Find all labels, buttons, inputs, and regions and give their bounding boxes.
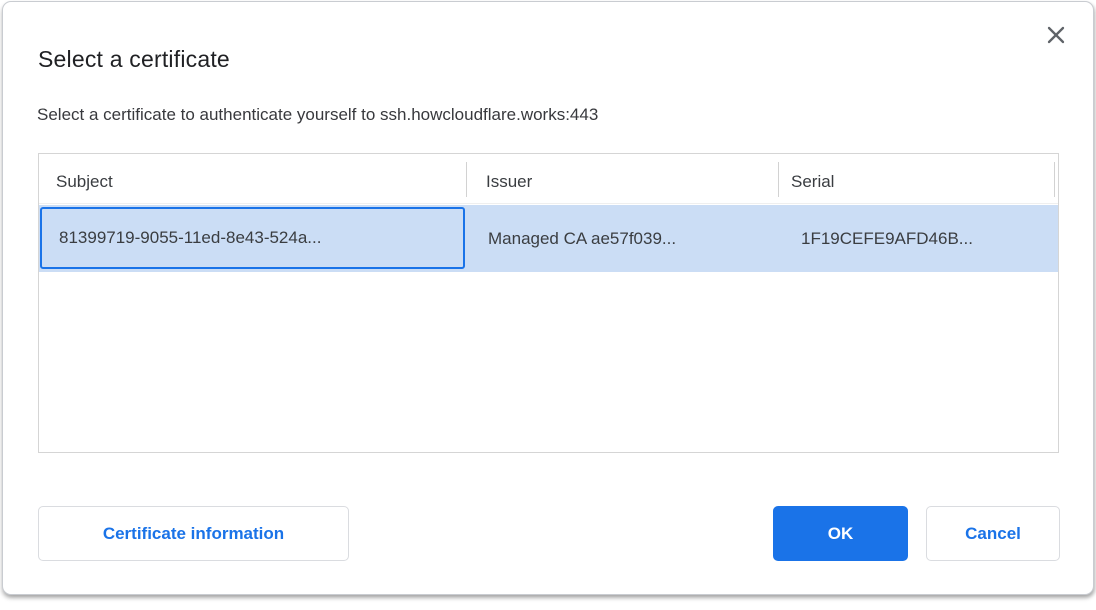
dialog-title: Select a certificate: [38, 46, 230, 73]
cancel-button[interactable]: Cancel: [926, 506, 1060, 561]
cell-issuer: Managed CA ae57f039...: [488, 205, 676, 272]
column-separator: [1054, 162, 1055, 197]
table-header-row: Subject Issuer Serial: [39, 154, 1058, 204]
certificate-select-dialog: Select a certificate Select a certificat…: [2, 1, 1094, 595]
column-header-serial: Serial: [791, 154, 834, 204]
close-icon: [1045, 24, 1067, 46]
ok-button[interactable]: OK: [773, 506, 908, 561]
column-header-subject: Subject: [56, 154, 113, 204]
cell-subject: 81399719-9055-11ed-8e43-524a...: [40, 207, 465, 269]
column-header-issuer: Issuer: [486, 154, 532, 204]
column-separator: [466, 162, 467, 197]
close-button[interactable]: [1041, 20, 1071, 50]
column-separator: [778, 162, 779, 197]
table-row-certificate[interactable]: 81399719-9055-11ed-8e43-524a... Managed …: [39, 205, 1058, 272]
certificate-table: Subject Issuer Serial 81399719-9055-11ed…: [38, 153, 1059, 453]
dialog-subtitle: Select a certificate to authenticate you…: [37, 105, 598, 125]
cell-serial: 1F19CEFE9AFD46B...: [801, 205, 973, 272]
certificate-information-button[interactable]: Certificate information: [38, 506, 349, 561]
